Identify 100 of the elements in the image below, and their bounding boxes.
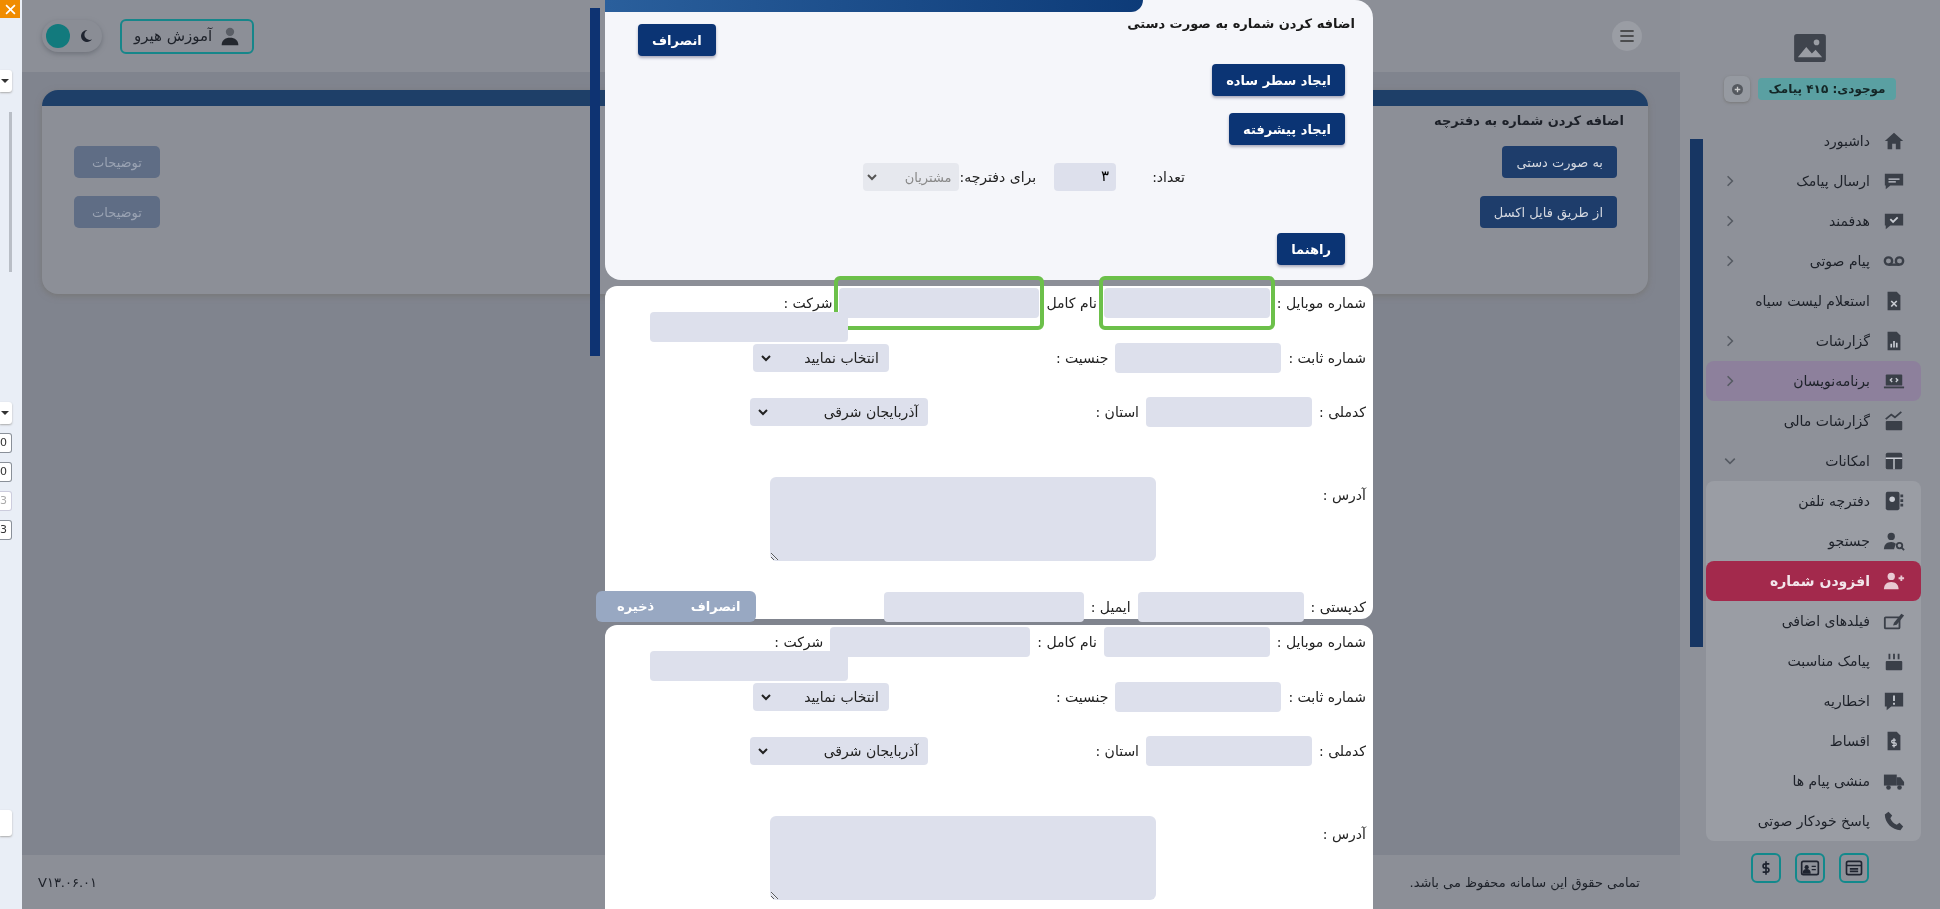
text-area[interactable] bbox=[769, 816, 1156, 900]
menu-item[interactable]: گزارشات مالی bbox=[1706, 401, 1921, 441]
caret-icon bbox=[758, 407, 769, 417]
menu-item[interactable]: برنامه‌نویسان bbox=[1706, 361, 1921, 401]
theme-toggle[interactable] bbox=[42, 20, 102, 52]
caret-icon bbox=[867, 172, 878, 182]
field-label: شماره ثابت : bbox=[1287, 350, 1367, 366]
user-search-icon bbox=[1883, 530, 1905, 552]
input-field[interactable] bbox=[1103, 627, 1270, 657]
field-label: شماره موبایل : bbox=[1275, 295, 1367, 311]
action-button[interactable]: از طریق فایل اکسل bbox=[1479, 196, 1617, 228]
add-button[interactable] bbox=[1724, 76, 1751, 102]
caret-icon bbox=[760, 692, 771, 702]
create-button[interactable]: ایجاد پیشرفته bbox=[1229, 113, 1345, 145]
menu-item[interactable]: فیلدهای اضافی bbox=[1706, 601, 1921, 641]
number-field[interactable]: 0 bbox=[0, 433, 12, 453]
dropdown-field[interactable]: آذربایجان شرقی bbox=[750, 398, 929, 426]
card-title: اضافه کردن شماره به دفترچه bbox=[1434, 113, 1624, 130]
close-button[interactable] bbox=[0, 0, 20, 18]
version-text: V۱۳.۰۶.۰۱ bbox=[38, 874, 98, 890]
caret-icon bbox=[0, 76, 10, 86]
user-plus-icon bbox=[1883, 570, 1905, 592]
image-icon bbox=[1794, 34, 1826, 62]
field-label: شماره موبایل : bbox=[1275, 634, 1367, 650]
field-label: شماره ثابت : bbox=[1287, 689, 1367, 705]
input-field[interactable] bbox=[650, 651, 848, 681]
field-label: جنسیت : bbox=[1054, 350, 1110, 366]
number-field[interactable]: 0 bbox=[0, 462, 12, 482]
input-field[interactable] bbox=[1146, 397, 1312, 427]
input-field[interactable] bbox=[1137, 591, 1304, 622]
menu-item[interactable]: داشبورد bbox=[1706, 121, 1921, 161]
input-field[interactable] bbox=[1115, 682, 1282, 712]
menu-item[interactable]: هدفمند bbox=[1706, 201, 1921, 241]
field-label: جنسیت : bbox=[1054, 689, 1110, 705]
create-button[interactable]: ایجاد سطر ساده bbox=[1212, 64, 1345, 96]
toolbar-button[interactable] bbox=[1795, 853, 1825, 883]
menu-item[interactable]: اقساط bbox=[1706, 721, 1921, 761]
user-button[interactable]: آموزش هیرو bbox=[120, 18, 255, 54]
menu-item[interactable]: ارسال پیامک bbox=[1706, 161, 1921, 201]
menu-item[interactable]: پاسخ خودکار صوتی bbox=[1706, 801, 1921, 841]
menu-item[interactable]: جستجو bbox=[1706, 521, 1921, 561]
toolbar-button[interactable] bbox=[1839, 853, 1869, 883]
caret-icon bbox=[760, 353, 771, 363]
caret-icon bbox=[0, 408, 10, 418]
close-icon bbox=[4, 3, 16, 15]
moon-icon bbox=[78, 28, 94, 44]
dropdown-field[interactable] bbox=[0, 402, 12, 424]
menu-button[interactable] bbox=[1612, 21, 1642, 51]
dialog-title: اضافه کردن شماره به صورت دستی bbox=[1127, 16, 1355, 31]
contact-book-icon bbox=[1883, 490, 1905, 512]
field-label: شرکت : bbox=[773, 634, 825, 650]
dropdown-field[interactable]: آذربایجان شرقی bbox=[750, 737, 929, 765]
home-icon bbox=[1883, 130, 1905, 152]
input-field[interactable] bbox=[0, 810, 12, 836]
field-label: کدملی : bbox=[1318, 743, 1367, 759]
input-field[interactable] bbox=[883, 591, 1084, 622]
menu-item[interactable]: امکانات bbox=[1706, 441, 1921, 481]
menu-item[interactable]: اخطاریه bbox=[1706, 681, 1921, 721]
dropdown-field[interactable]: انتخاب نمایید bbox=[752, 344, 889, 372]
field-label: تعداد: bbox=[1152, 169, 1185, 185]
menu-item[interactable]: استعلام لیست سیاه bbox=[1706, 281, 1921, 321]
number-field[interactable]: 3 bbox=[0, 520, 12, 540]
input-field[interactable] bbox=[830, 627, 1031, 657]
cancel-button[interactable]: انصراف bbox=[638, 24, 716, 56]
input-field[interactable] bbox=[1103, 288, 1270, 318]
plus-icon bbox=[1731, 83, 1743, 95]
input-field[interactable] bbox=[650, 312, 848, 342]
text-area[interactable] bbox=[769, 477, 1156, 561]
menu-item[interactable]: افزودن شماره bbox=[1706, 561, 1921, 601]
field-label: استان : bbox=[1094, 404, 1140, 420]
help-button[interactable]: راهنما bbox=[1277, 233, 1345, 265]
field-label: برای دفترچه: bbox=[959, 169, 1037, 185]
count-field[interactable]: ۳ bbox=[1054, 163, 1117, 191]
input-field[interactable] bbox=[839, 288, 1040, 318]
balance-badge: موجودی: ۴۱۵ پیامک bbox=[1758, 78, 1896, 100]
browser-window-icon bbox=[1844, 858, 1864, 878]
copyright-text: تمامی حقوق این سامانه محفوظ می باشد. bbox=[1409, 874, 1640, 890]
caret-icon bbox=[758, 746, 769, 756]
menu-item[interactable]: منشی پیام ها bbox=[1706, 761, 1921, 801]
field-label: نام کامل bbox=[1045, 295, 1098, 311]
field-label: نام کامل : bbox=[1036, 634, 1098, 650]
dropdown-field[interactable] bbox=[0, 70, 12, 92]
field-label: کدملی : bbox=[1318, 404, 1367, 420]
field-label: آدرس : bbox=[1321, 826, 1368, 842]
dropdown-field[interactable]: انتخاب نمایید bbox=[752, 683, 889, 711]
cabinet-icon bbox=[1883, 450, 1905, 472]
menu-item[interactable]: پیام صوتی bbox=[1706, 241, 1921, 281]
alert-bubble-icon bbox=[1883, 690, 1905, 712]
field-label: آدرس : bbox=[1321, 487, 1368, 503]
action-button[interactable]: به صورت دستی bbox=[1502, 146, 1617, 178]
field-label: ایمیل : bbox=[1089, 598, 1132, 615]
menu-item[interactable]: دفترچه تلفن bbox=[1706, 481, 1921, 521]
menu-item[interactable]: گزارشات bbox=[1706, 321, 1921, 361]
input-field[interactable] bbox=[1115, 343, 1282, 373]
toolbar-button[interactable] bbox=[1751, 853, 1781, 883]
input-field[interactable] bbox=[1146, 736, 1312, 766]
field-label: شرکت : bbox=[782, 295, 834, 311]
menu-item[interactable]: پیامک مناسبت bbox=[1706, 641, 1921, 681]
field-label: استان : bbox=[1094, 743, 1140, 759]
money-chart-icon bbox=[1883, 410, 1905, 432]
